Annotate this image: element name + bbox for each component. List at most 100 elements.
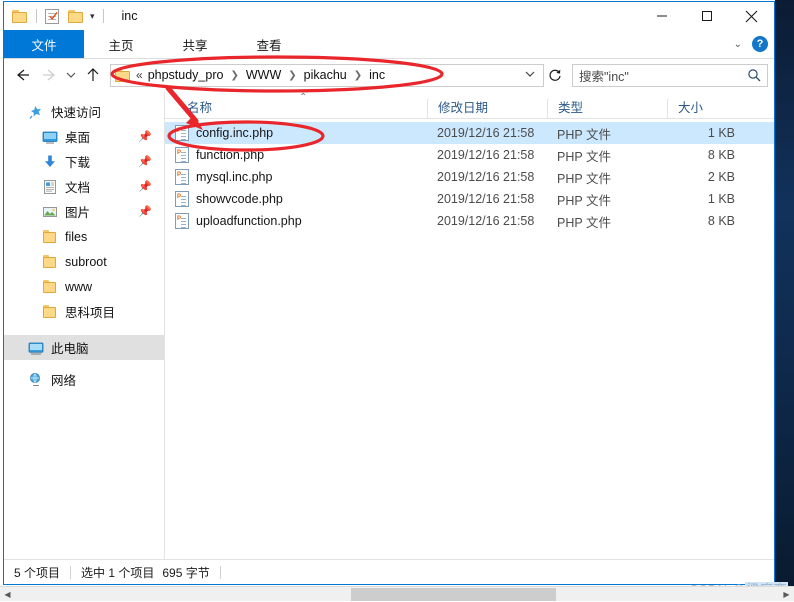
horizontal-scrollbar[interactable]: ◀ ▶: [0, 586, 794, 601]
navigation-pane[interactable]: 快速访问 桌面 📌 下载 📌 文档 📌 图片 📌 files subroot w…: [4, 91, 165, 559]
file-size-cell: 1 KB: [707, 192, 735, 206]
ribbon-tab-bar: 文件 主页 共享 查看 ⌄ ?: [4, 30, 774, 59]
scrollbar-track[interactable]: [15, 587, 779, 602]
sidebar-item-label: 思科项目: [65, 306, 116, 320]
address-dropdown-icon[interactable]: [521, 70, 539, 81]
sidebar-item-label: subroot: [65, 254, 107, 269]
folder-icon[interactable]: [12, 9, 28, 23]
check-mark-icon: [49, 11, 58, 20]
sort-ascending-icon: ⌃: [299, 92, 308, 103]
pin-icon[interactable]: 📌: [138, 205, 152, 218]
sidebar-item-label: 网络: [51, 374, 77, 388]
file-name-label: mysql.inc.php: [196, 170, 273, 184]
close-button[interactable]: [729, 2, 774, 30]
file-date-cell: 2019/12/16 21:58: [437, 214, 535, 228]
scroll-left-arrow-icon[interactable]: ◀: [0, 587, 15, 601]
table-row[interactable]: P config.inc.php 2019/12/16 21:58 PHP 文件…: [165, 122, 774, 144]
file-explorer-window: ▾ inc 文件 主页 共享 查看 ⌄ ? « phpstudy_pro ❯ W…: [3, 1, 775, 585]
pin-icon[interactable]: 📌: [138, 130, 152, 143]
up-button[interactable]: [80, 62, 106, 88]
sidebar-item-desktop[interactable]: 桌面 📌: [4, 124, 164, 149]
php-file-icon: P: [175, 213, 189, 229]
folder-icon: [42, 304, 58, 320]
scroll-right-arrow-icon[interactable]: ▶: [779, 587, 794, 601]
sidebar-item-documents[interactable]: 文档 📌: [4, 174, 164, 199]
file-type-cell: PHP 文件: [557, 193, 611, 208]
sidebar-item-label: 此电脑: [51, 342, 89, 356]
chevron-right-icon[interactable]: ❯: [288, 70, 296, 81]
status-selection: 选中 1 个项目: [81, 565, 155, 580]
search-icon[interactable]: [747, 68, 761, 82]
sidebar-item-label: files: [65, 229, 88, 244]
sidebar-item-label: 文档: [65, 181, 91, 195]
sidebar-item-cisco-project[interactable]: 思科项目: [4, 299, 164, 324]
column-header-size[interactable]: 大小: [667, 99, 745, 118]
quick-access-toolbar: ▾ inc: [4, 8, 138, 24]
folder-icon: [115, 68, 131, 82]
sidebar-item-this-pc[interactable]: 此电脑: [4, 335, 164, 360]
minimize-button[interactable]: [639, 2, 684, 30]
table-row[interactable]: P showvcode.php 2019/12/16 21:58 PHP 文件 …: [165, 188, 774, 210]
sidebar-item-label: www: [65, 279, 93, 294]
file-rows[interactable]: P config.inc.php 2019/12/16 21:58 PHP 文件…: [165, 119, 774, 559]
file-list-pane: 名称 修改日期 类型 大小 ⌃ P config.inc.php 2019/12…: [165, 91, 774, 559]
file-type-cell: PHP 文件: [557, 149, 611, 164]
breadcrumb-item-pikachu[interactable]: pikachu: [304, 68, 347, 82]
new-folder-icon[interactable]: [68, 9, 84, 23]
status-item-count: 5 个项目: [14, 565, 61, 580]
file-name-cell[interactable]: P function.php: [165, 147, 427, 163]
refresh-button[interactable]: [544, 64, 566, 87]
scrollbar-thumb[interactable]: [351, 587, 557, 601]
sidebar-item-subroot[interactable]: subroot: [4, 249, 164, 274]
window-controls: [639, 2, 774, 30]
help-icon[interactable]: ?: [752, 36, 768, 52]
file-name-label: function.php: [196, 148, 265, 162]
back-button[interactable]: [10, 62, 36, 88]
breadcrumb-item-phpstudy-pro[interactable]: phpstudy_pro: [148, 68, 224, 82]
this-pc-icon: [28, 340, 44, 356]
table-row[interactable]: P function.php 2019/12/16 21:58 PHP 文件 8…: [165, 144, 774, 166]
explorer-body: 快速访问 桌面 📌 下载 📌 文档 📌 图片 📌 files subroot w…: [4, 91, 774, 559]
table-row[interactable]: P mysql.inc.php 2019/12/16 21:58 PHP 文件 …: [165, 166, 774, 188]
sidebar-item-quick-access[interactable]: 快速访问: [4, 99, 164, 124]
column-header-name[interactable]: 名称: [165, 99, 427, 118]
table-row[interactable]: P uploadfunction.php 2019/12/16 21:58 PH…: [165, 210, 774, 232]
file-name-cell[interactable]: P mysql.inc.php: [165, 169, 427, 185]
breadcrumb-item-inc[interactable]: inc: [369, 68, 385, 82]
file-name-cell[interactable]: P showvcode.php: [165, 191, 427, 207]
folder-icon: [42, 229, 58, 245]
breadcrumb-overflow-icon[interactable]: «: [136, 68, 143, 82]
tab-share[interactable]: 共享: [158, 30, 232, 58]
search-input[interactable]: 搜索"inc": [579, 66, 629, 85]
pin-icon[interactable]: 📌: [138, 180, 152, 193]
sidebar-item-files[interactable]: files: [4, 224, 164, 249]
maximize-button[interactable]: [684, 2, 729, 30]
tab-file[interactable]: 文件: [4, 30, 84, 58]
forward-button[interactable]: [36, 62, 62, 88]
tab-home[interactable]: 主页: [84, 30, 158, 58]
sidebar-item-network[interactable]: 网络: [4, 367, 164, 392]
file-date-cell: 2019/12/16 21:58: [437, 192, 535, 206]
chevron-down-icon[interactable]: ⌄: [734, 39, 742, 50]
desktop-background: ▾ inc 文件 主页 共享 查看 ⌄ ? « phpstudy_pro ❯ W…: [0, 0, 794, 601]
address-bar[interactable]: « phpstudy_pro ❯ WWW ❯ pikachu ❯ inc: [110, 63, 544, 87]
recent-locations-button[interactable]: [62, 62, 80, 88]
chevron-right-icon[interactable]: ❯: [354, 70, 362, 81]
sidebar-item-label: 快速访问: [51, 106, 102, 120]
search-box[interactable]: 搜索"inc": [572, 63, 768, 87]
column-header-date[interactable]: 修改日期: [427, 99, 547, 118]
sidebar-item-downloads[interactable]: 下载 📌: [4, 149, 164, 174]
pin-icon[interactable]: 📌: [138, 155, 152, 168]
chevron-right-icon[interactable]: ❯: [230, 70, 238, 81]
chevron-down-icon[interactable]: ▾: [90, 11, 95, 21]
tab-view[interactable]: 查看: [232, 30, 306, 58]
file-name-cell[interactable]: P uploadfunction.php: [165, 213, 427, 229]
file-name-cell[interactable]: P config.inc.php: [165, 125, 427, 141]
sidebar-item-pictures[interactable]: 图片 📌: [4, 199, 164, 224]
properties-icon[interactable]: [45, 8, 59, 24]
desktop-wallpaper-strip: [775, 0, 794, 595]
qat-divider-2: [102, 9, 104, 23]
column-header-type[interactable]: 类型: [547, 99, 667, 118]
breadcrumb-item-www[interactable]: WWW: [246, 68, 281, 82]
sidebar-item-www[interactable]: www: [4, 274, 164, 299]
